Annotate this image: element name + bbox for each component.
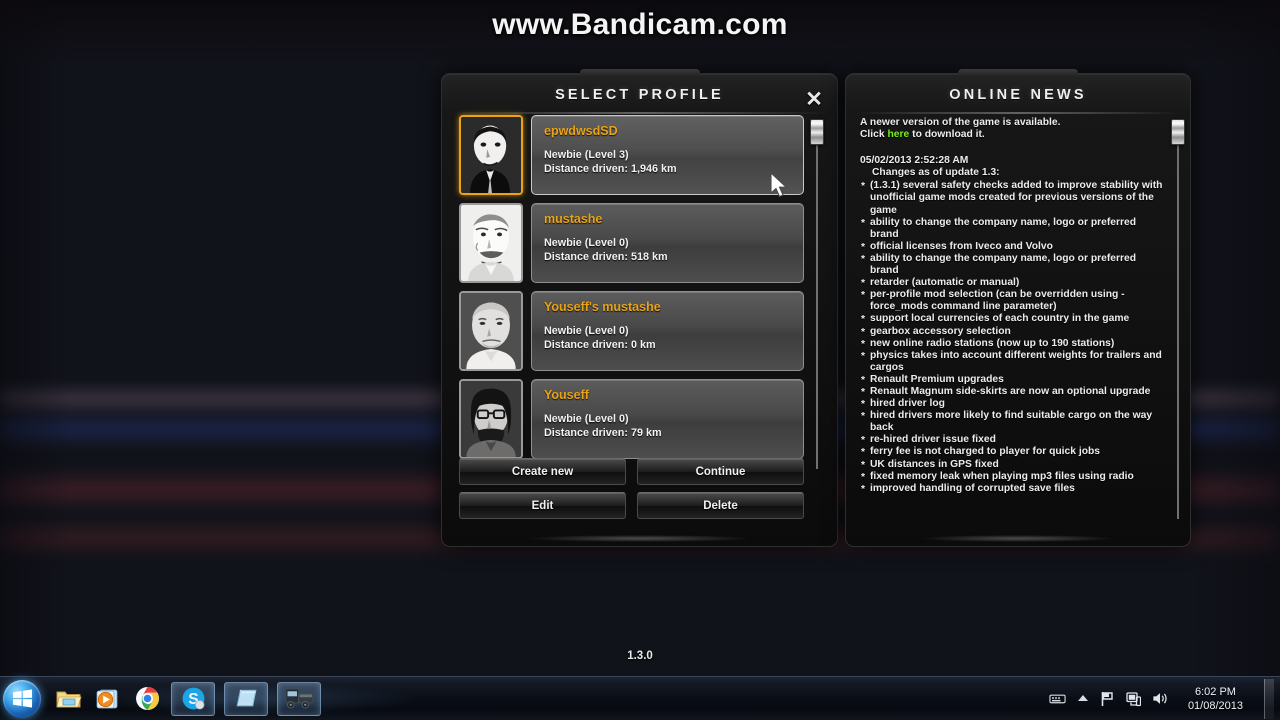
scrollbar-track	[1177, 119, 1179, 519]
news-item: hired driver log	[860, 398, 1165, 411]
title-divider	[452, 112, 827, 114]
profile-buttons: Create new Continue Edit Delete	[459, 458, 804, 519]
game-version: 1.3.0	[627, 650, 653, 662]
profile-list: epwdwsdSD Newbie (Level 3) Distance driv…	[459, 115, 804, 469]
news-item: Renault Premium upgrades	[860, 374, 1165, 387]
panel-nub	[958, 69, 1078, 78]
title-divider	[856, 112, 1180, 114]
panel-title-online-news: ONLINE NEWS	[949, 87, 1087, 103]
scrollbar-thumb[interactable]	[1171, 119, 1185, 145]
news-date: 05/02/2013 2:52:28 AM	[860, 155, 969, 167]
profile-level: Newbie (Level 0)	[544, 237, 629, 249]
taskbar-items: S	[54, 681, 321, 716]
profile-name: mustashe	[544, 212, 603, 226]
news-item: Renault Magnum side-skirts are now an op…	[860, 386, 1165, 399]
euro-truck-simulator-icon[interactable]	[277, 681, 321, 716]
news-item: ability to change the company name, logo…	[860, 217, 1165, 241]
keyboard-layout-icon[interactable]	[1049, 692, 1066, 705]
news-intro-click: Click	[860, 129, 885, 141]
news-item: ability to change the company name, logo…	[860, 253, 1165, 277]
profile-row[interactable]: mustashe Newbie (Level 0) Distance drive…	[459, 203, 804, 283]
news-item: ferry fee is not charged to player for q…	[860, 446, 1165, 459]
profile-name: epwdwsdSD	[544, 124, 618, 138]
skype-icon[interactable]: S	[171, 681, 215, 716]
news-item: physics takes into account different wei…	[860, 350, 1165, 374]
avatar	[459, 115, 523, 195]
profile-list-scrollbar[interactable]	[810, 119, 824, 469]
news-intro-line2: Click here to download it.	[860, 129, 1165, 141]
windows-taskbar: S 6:02 PM 01/08/2013	[0, 676, 1280, 720]
avatar	[459, 379, 523, 459]
profile-row[interactable]: epwdwsdSD Newbie (Level 3) Distance driv…	[459, 115, 804, 195]
avatar	[459, 203, 523, 283]
news-item: gearbox accessory selection	[860, 326, 1165, 339]
news-item-list: (1.3.1) several safety checks added to i…	[860, 180, 1165, 496]
news-subtitle: Changes as of update 1.3:	[872, 167, 1000, 179]
taskbar-clock[interactable]: 6:02 PM 01/08/2013	[1180, 685, 1251, 713]
google-chrome-icon[interactable]	[132, 684, 162, 714]
profile-row[interactable]: Youseff Newbie (Level 0) Distance driven…	[459, 379, 804, 459]
profile-name: Youseff's mustashe	[544, 300, 661, 314]
profile-distance: Distance driven: 79 km	[544, 426, 662, 439]
news-item: new online radio stations (now up to 190…	[860, 338, 1165, 351]
online-news-panel: ONLINE NEWS A newer version of the game …	[845, 69, 1191, 547]
profile-distance: Distance driven: 0 km	[544, 338, 656, 351]
create-new-button[interactable]: Create new	[459, 458, 626, 485]
profile-level: Newbie (Level 0)	[544, 413, 629, 425]
action-center-flag-icon[interactable]	[1100, 691, 1115, 707]
profile-name: Youseff	[544, 388, 589, 402]
news-item: retarder (automatic or manual)	[860, 277, 1165, 290]
news-item: improved handling of corrupted save file…	[860, 483, 1165, 496]
windows-media-player-icon[interactable]	[93, 684, 123, 714]
news-intro: A newer version of the game is available…	[860, 117, 1165, 141]
profile-row[interactable]: Youseff's mustashe Newbie (Level 0) Dist…	[459, 291, 804, 371]
news-item: fixed memory leak when playing mp3 files…	[860, 471, 1165, 484]
show-desktop-button[interactable]	[1264, 678, 1274, 719]
news-item: per-profile mod selection (can be overri…	[860, 289, 1165, 313]
edit-button[interactable]: Edit	[459, 492, 626, 519]
panel-nub	[579, 69, 700, 78]
start-button-icon[interactable]	[3, 679, 41, 718]
panel-title-select-profile: SELECT PROFILE	[555, 87, 724, 103]
news-item: re-hired driver issue fixed	[860, 434, 1165, 447]
news-intro-rest: to download it.	[912, 129, 985, 141]
windows-explorer-icon[interactable]	[54, 684, 84, 714]
clock-time: 6:02 PM	[1194, 685, 1236, 698]
news-intro-line1: A newer version of the game is available…	[860, 117, 1061, 128]
close-icon[interactable]: ✕	[801, 86, 827, 112]
show-hidden-icons-icon[interactable]	[1077, 694, 1089, 703]
news-scrollbar[interactable]	[1171, 119, 1185, 519]
volume-icon[interactable]	[1152, 691, 1169, 706]
news-item: hired drivers more likely to find suitab…	[860, 410, 1165, 434]
news-item: UK distances in GPS fixed	[860, 459, 1165, 472]
news-item: official licenses from Iveco and Volvo	[860, 241, 1165, 254]
news-item: (1.3.1) several safety checks added to i…	[860, 180, 1165, 216]
news-content: A newer version of the game is available…	[860, 117, 1165, 532]
network-icon[interactable]	[1126, 691, 1141, 707]
select-profile-panel: SELECT PROFILE ✕ epwdwsdSD Newbie (Level…	[441, 69, 838, 547]
profile-level: Newbie (Level 3)	[544, 149, 629, 161]
profile-info[interactable]: epwdwsdSD Newbie (Level 3) Distance driv…	[531, 115, 804, 195]
clock-date: 01/08/2013	[1187, 699, 1243, 712]
bandicam-watermark: www.Bandicam.com	[492, 8, 788, 41]
delete-button[interactable]: Delete	[637, 492, 804, 519]
profile-distance: Distance driven: 1,946 km	[544, 162, 677, 175]
scrollbar-thumb[interactable]	[810, 119, 824, 145]
download-here-link[interactable]: here	[888, 129, 910, 140]
profile-level: Newbie (Level 0)	[544, 325, 629, 337]
continue-button[interactable]: Continue	[637, 458, 804, 485]
news-item: support local currencies of each country…	[860, 313, 1165, 326]
scrollbar-track	[816, 119, 818, 469]
profile-info[interactable]: mustashe Newbie (Level 0) Distance drive…	[531, 203, 804, 283]
notepad-icon[interactable]	[224, 681, 268, 716]
profile-info[interactable]: Youseff Newbie (Level 0) Distance driven…	[531, 379, 804, 459]
system-tray: 6:02 PM 01/08/2013	[1049, 678, 1280, 719]
avatar	[459, 291, 523, 371]
profile-info[interactable]: Youseff's mustashe Newbie (Level 0) Dist…	[531, 291, 804, 371]
profile-distance: Distance driven: 518 km	[544, 250, 668, 263]
